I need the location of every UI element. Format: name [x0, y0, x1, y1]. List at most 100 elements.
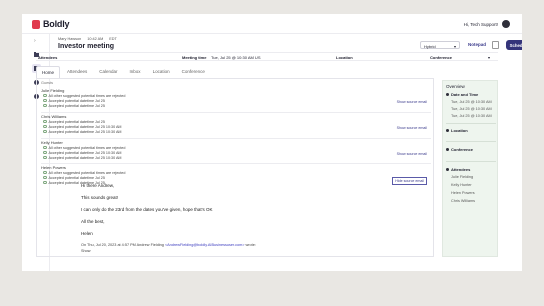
overview-panel: Overview Date and Time Tue, Jul 25 @ 10:…: [442, 80, 498, 257]
avatar[interactable]: [502, 20, 510, 28]
email-closing: All the best,: [81, 219, 105, 224]
tab-attendees[interactable]: Attendees: [62, 66, 92, 78]
show-source-email-link[interactable]: Show source email: [397, 126, 427, 130]
date-item: Tue, Jul 25 @ 10:30 AM: [451, 114, 492, 118]
attendee-item: Chris Williams: [451, 199, 476, 203]
overview-title: Overview: [446, 84, 465, 89]
attendee-item: Julie Fielding: [451, 175, 474, 179]
meeting-mode-select[interactable]: Hybrid ▾: [420, 41, 460, 49]
check-icon: [43, 150, 47, 155]
date-label: Date and Time: [451, 92, 479, 97]
logo-text: Boldly: [43, 19, 70, 29]
list-item: Chris Williams Accepted potential dateti…: [41, 114, 431, 134]
meeting-mode-value: Hybrid: [424, 43, 436, 49]
location-label[interactable]: Location: [336, 55, 353, 60]
location-section: Location: [446, 128, 468, 133]
meeting-time-value: Tue, Jul 25 @ 10:30 AM US: [211, 55, 261, 60]
status-line: Accepted potential datetime Jul 25: [41, 103, 431, 108]
chevron-down-icon: ▾: [453, 43, 456, 49]
clock-time: 10:42 AM: [87, 37, 104, 41]
status-text: Accepted potential datetime Jul 25 10:30…: [48, 150, 122, 155]
calendar-icon: [446, 93, 449, 96]
chevron-down-icon[interactable]: ▾: [488, 55, 490, 60]
quoted-suffix: wrote:: [244, 243, 256, 247]
email-signature: Helen: [81, 231, 93, 236]
hide-source-email-link[interactable]: Hide source email: [392, 177, 427, 185]
tab-home[interactable]: Home: [36, 66, 61, 78]
page-title: Investor meeting: [58, 43, 115, 50]
conference-section: Conference: [446, 147, 473, 152]
tab-bar: Home Attendees Calendar Inbox Location C…: [36, 66, 436, 78]
conference-label: Conference: [451, 147, 474, 152]
divider: [41, 163, 431, 164]
check-icon: [43, 93, 47, 98]
notepad-button[interactable]: Notepad: [468, 42, 486, 47]
logo-mark-icon: [32, 19, 40, 29]
timezone: EDT: [109, 37, 117, 41]
schedule-meeting-button[interactable]: Schedule meeting: [506, 40, 522, 50]
top-bar: Boldly Hi, Tech Support!: [22, 14, 522, 34]
user-greeting: Hi, Tech Support!: [463, 21, 498, 27]
check-icon: [43, 155, 47, 160]
sender-email-link[interactable]: <AndrewFielding@boldly.AIBusinessuser.co…: [165, 243, 245, 247]
date-section: Date and Time: [446, 92, 478, 97]
assignee: Mary Hawson: [58, 37, 82, 41]
conference-icon: [446, 148, 449, 151]
attendees-section: Attendees: [446, 167, 470, 172]
meeting-time-label: Meeting time: [182, 55, 207, 60]
check-icon: [43, 175, 47, 180]
list-item: Julie Fielding All other suggested poten…: [41, 88, 431, 108]
check-icon: [43, 170, 47, 175]
location-label: Location: [451, 128, 468, 133]
tab-calendar[interactable]: Calendar: [94, 66, 122, 78]
date-item: Tue, Jul 25 @ 10:30 AM: [451, 107, 492, 111]
attendee-item: Helen Powers: [451, 191, 475, 195]
people-icon: [446, 168, 449, 171]
check-icon: [43, 119, 47, 124]
location-pin-icon: [446, 129, 449, 132]
tab-inbox[interactable]: Inbox: [125, 66, 146, 78]
attendees-label[interactable]: Attendees: [38, 55, 57, 60]
meeting-meta: Mary Hawson 10:42 AM EDT: [58, 37, 117, 41]
status-text: Accepted potential datetime Jul 25: [48, 98, 105, 103]
divider: [41, 138, 431, 139]
check-icon: [43, 124, 47, 129]
user-menu[interactable]: Hi, Tech Support!: [464, 20, 510, 28]
attendee-item: Kelly Hunter: [451, 183, 472, 187]
divider: [446, 161, 496, 162]
status-text: All other suggested potential times are …: [48, 170, 126, 175]
chevron-right-icon[interactable]: ›: [34, 38, 36, 44]
check-icon: [43, 98, 47, 103]
divider: [446, 123, 496, 124]
divider: [446, 141, 496, 142]
list-item: Kelly Hunter All other suggested potenti…: [41, 140, 431, 160]
notepad-icon[interactable]: [492, 41, 499, 49]
status-text: Accepted potential datetime Jul 25 10:30…: [48, 129, 122, 134]
tab-conference[interactable]: Conference: [177, 66, 210, 78]
status-line: Accepted potential datetime Jul 25 10:30…: [41, 155, 431, 160]
status-text: Accepted potential datetime Jul 25 10:30…: [48, 155, 122, 160]
show-quoted-button[interactable]: Show: [81, 249, 91, 253]
email-line: I can only do the 23rd from the dates yo…: [81, 207, 213, 212]
home-panel: Guests Julie Fielding All other suggeste…: [36, 78, 434, 257]
logo[interactable]: Boldly: [32, 19, 70, 29]
status-text: All other suggested potential times are …: [48, 145, 126, 150]
status-text: All other suggested potential times are …: [48, 93, 126, 98]
conference-label[interactable]: Conference: [430, 55, 452, 60]
attendees-label: Attendees: [451, 167, 471, 172]
email-greeting: Hi there Andrew,: [81, 183, 115, 188]
list-item: Helen Powers All other suggested potenti…: [41, 165, 431, 185]
thread-label: Guests: [41, 81, 54, 85]
status-line: Accepted potential datetime Jul 25 10:30…: [41, 129, 431, 134]
status-text: Accepted potential datetime Jul 25 10:30…: [48, 124, 122, 129]
status-text: Accepted potential datetime Jul 25: [48, 119, 105, 124]
divider: [41, 112, 431, 113]
check-icon: [43, 103, 47, 108]
show-source-email-link[interactable]: Show source email: [397, 100, 427, 104]
quoted-prefix: On Thu, Jul 20, 2023 at 4:57 PM Andrew F…: [81, 243, 165, 247]
email-line: This sounds great!: [81, 195, 119, 200]
show-source-email-link[interactable]: Show source email: [397, 152, 427, 156]
meeting-info-bar: Attendees Meeting time Tue, Jul 25 @ 10:…: [36, 52, 498, 61]
check-icon: [43, 129, 47, 134]
tab-location[interactable]: Location: [148, 66, 175, 78]
